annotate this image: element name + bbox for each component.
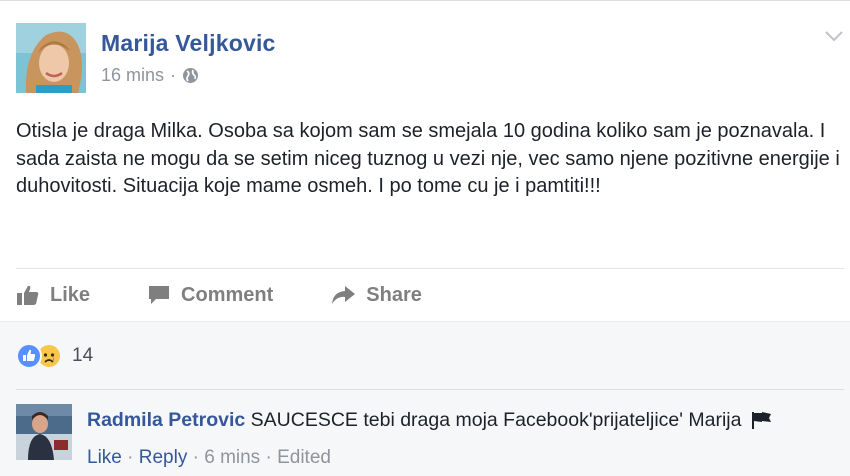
- facebook-post: Marija Veljkovic 16 mins · Otisla je dra…: [0, 0, 850, 476]
- reactions-summary[interactable]: 14: [16, 343, 93, 369]
- reaction-count: 14: [72, 345, 94, 366]
- post-author-name[interactable]: Marija Veljkovic: [101, 30, 276, 57]
- share-label: Share: [366, 283, 422, 306]
- author-avatar[interactable]: [16, 23, 86, 93]
- meta-separator: ·: [192, 447, 199, 468]
- like-label: Like: [50, 283, 91, 306]
- comment-button[interactable]: Comment: [147, 284, 273, 307]
- chevron-down-icon[interactable]: [824, 29, 844, 43]
- divider: [16, 268, 844, 269]
- comment-edited-label[interactable]: Edited: [277, 447, 331, 468]
- comment-meta: Like · Reply · 6 mins · Edited: [87, 447, 331, 469]
- flag-icon: [751, 411, 773, 435]
- post-meta: 16 mins ·: [101, 65, 199, 86]
- comment-like-link[interactable]: Like: [87, 447, 122, 468]
- comment-author-name[interactable]: Radmila Petrovic: [87, 409, 245, 431]
- thumbs-up-icon: [16, 284, 40, 306]
- post-timestamp[interactable]: 16 mins: [101, 65, 164, 86]
- divider: [16, 389, 844, 390]
- share-button[interactable]: Share: [330, 284, 422, 307]
- comment-icon: [147, 284, 171, 306]
- post-action-bar: Like Comment Share: [16, 281, 422, 309]
- comment-timestamp[interactable]: 6 mins: [204, 447, 260, 468]
- comment-body: Radmila Petrovic SAUCESCE tebi draga moj…: [87, 409, 773, 435]
- share-arrow-icon: [330, 284, 356, 306]
- meta-separator: ·: [127, 447, 134, 468]
- comment-label: Comment: [181, 283, 274, 306]
- commenter-avatar[interactable]: [16, 404, 72, 460]
- post-text: Otisla je draga Milka. Osoba sa kojom sa…: [16, 120, 840, 197]
- comment-text: SAUCESCE tebi draga moja Facebook'prijat…: [250, 409, 742, 431]
- comment-reply-link[interactable]: Reply: [139, 447, 188, 468]
- like-reaction-icon: [16, 343, 42, 369]
- like-button[interactable]: Like: [16, 284, 90, 307]
- meta-separator: ·: [170, 65, 177, 85]
- globe-icon[interactable]: [182, 67, 199, 84]
- meta-separator: ·: [265, 447, 272, 468]
